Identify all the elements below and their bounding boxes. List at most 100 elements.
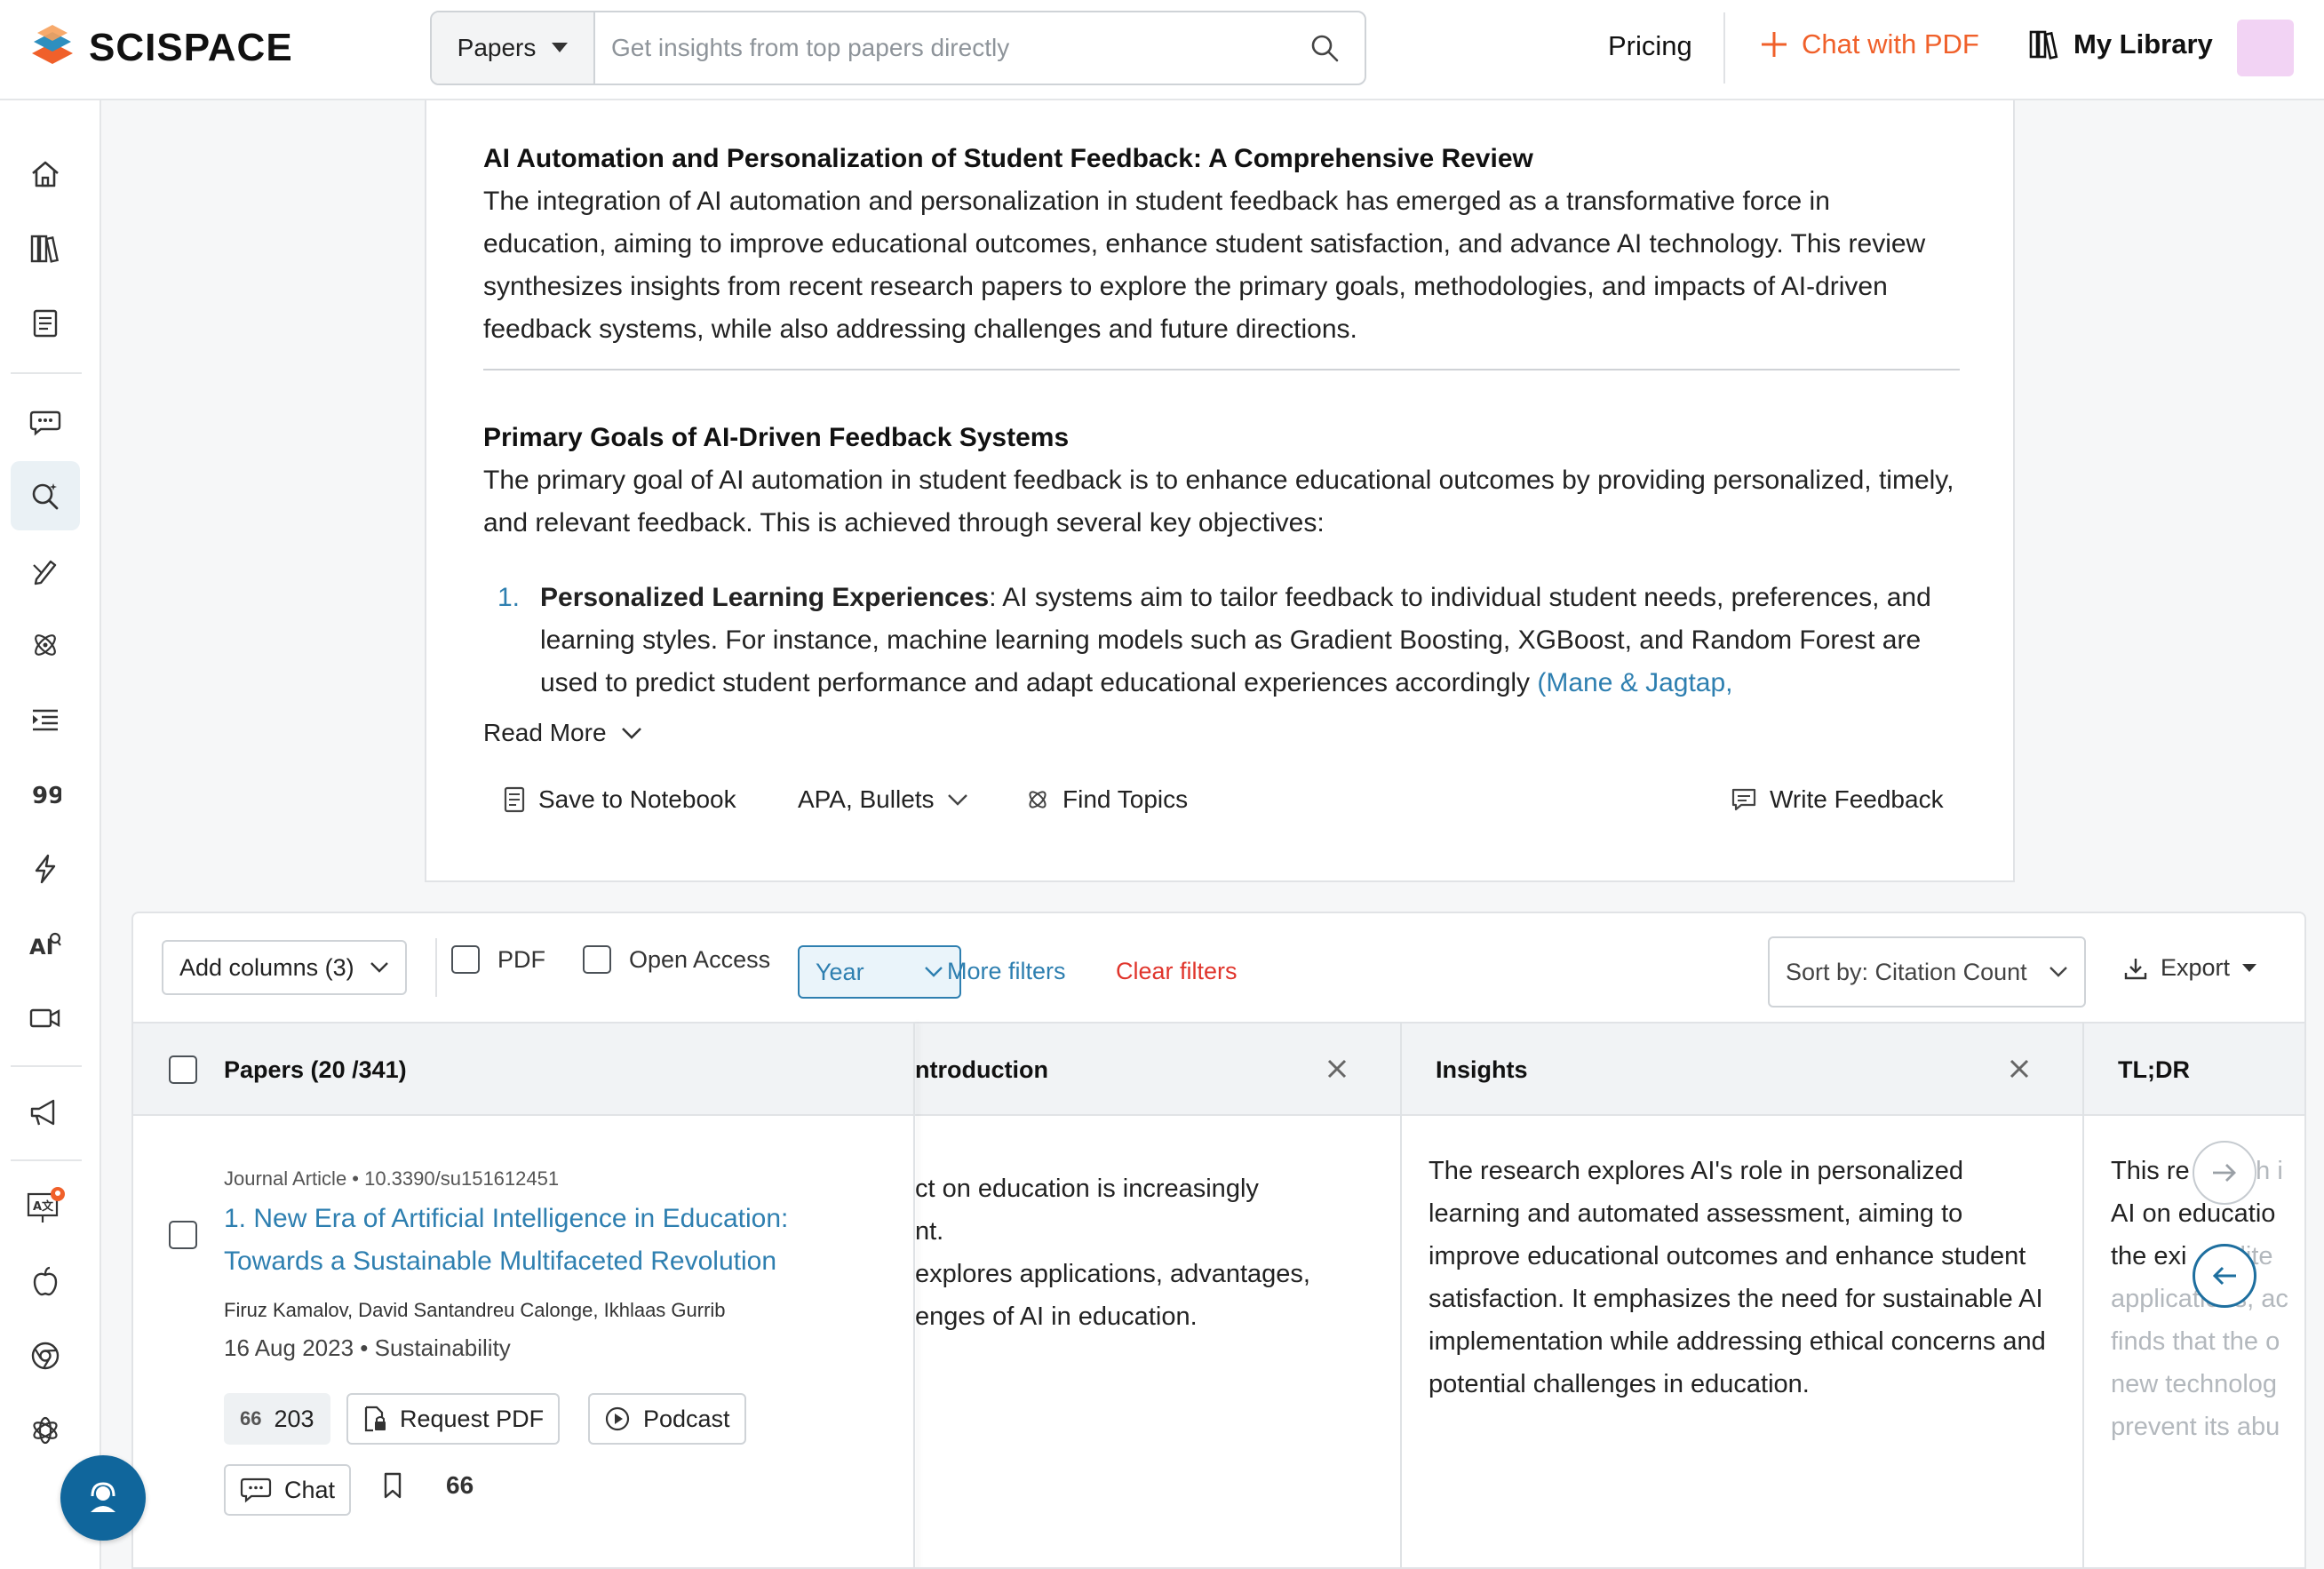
paper-date: 16 Aug 2023 bbox=[224, 1334, 354, 1361]
quote-count[interactable]: 66 bbox=[446, 1471, 474, 1500]
more-filters-link[interactable]: More filters bbox=[947, 958, 1066, 985]
nav-chat-with-pdf[interactable]: Chat with PDF bbox=[1759, 28, 1979, 60]
search-bar: Papers bbox=[430, 11, 1366, 85]
nav-chat-label: Chat with PDF bbox=[1802, 28, 1979, 60]
chevron-down-icon bbox=[2049, 967, 2067, 977]
scroll-right-button[interactable] bbox=[2193, 1141, 2256, 1205]
request-pdf-button[interactable]: Request PDF bbox=[346, 1393, 561, 1445]
home-icon[interactable] bbox=[11, 139, 80, 209]
sidebar-divider bbox=[11, 372, 82, 374]
open-access-filter[interactable]: Open Access bbox=[583, 945, 770, 974]
summary-list: 1. Personalized Learning Experiences: AI… bbox=[483, 577, 1958, 804]
select-all-cell bbox=[169, 1023, 197, 1116]
topics-atom-icon[interactable] bbox=[11, 610, 80, 680]
chevron-down-icon bbox=[925, 967, 943, 977]
nav-divider bbox=[1723, 12, 1725, 84]
quote-icon: 66 bbox=[240, 1407, 262, 1430]
intro-line: nt. bbox=[915, 1217, 944, 1246]
library-nav-icon[interactable] bbox=[11, 214, 80, 283]
paper-authors: Firuz Kamalov, David Santandreu Calonge,… bbox=[224, 1299, 726, 1321]
video-icon[interactable] bbox=[11, 984, 80, 1053]
write-feedback-button[interactable]: Write Feedback bbox=[1731, 773, 1944, 826]
list-item: Personalized Learning Experiences: AI sy… bbox=[540, 577, 1958, 705]
openai-icon[interactable] bbox=[11, 1396, 80, 1465]
bookmark-icon[interactable] bbox=[382, 1471, 403, 1500]
pdf-checkbox[interactable] bbox=[451, 945, 480, 974]
summary-section: Primary Goals of AI-Driven Feedback Syst… bbox=[483, 417, 1958, 545]
lightning-icon[interactable] bbox=[11, 834, 80, 904]
clear-filters-link[interactable]: Clear filters bbox=[1116, 958, 1238, 985]
megaphone-icon[interactable] bbox=[11, 1078, 80, 1147]
paper-venue: Sustainability bbox=[374, 1334, 511, 1361]
apple-icon[interactable] bbox=[11, 1246, 80, 1316]
scroll-left-button[interactable] bbox=[2193, 1244, 2256, 1308]
year-label: Year bbox=[816, 958, 864, 985]
paper-title-link[interactable]: 1. New Era of Artificial Intelligence in… bbox=[224, 1198, 864, 1283]
citation-link[interactable]: (Mane & Jagtap, bbox=[1537, 668, 1732, 697]
chrome-icon[interactable] bbox=[11, 1321, 80, 1390]
section-title: Primary Goals of AI-Driven Feedback Syst… bbox=[483, 423, 1070, 452]
open-access-label: Open Access bbox=[629, 945, 771, 973]
topics-atom-icon bbox=[1029, 791, 1047, 808]
topics-label: Find Topics bbox=[1063, 785, 1189, 813]
sort-dropdown[interactable]: Sort by: Citation Count bbox=[1768, 936, 2086, 1008]
read-more-button[interactable]: Read More bbox=[483, 719, 642, 747]
sidebar-divider bbox=[11, 1159, 82, 1161]
table-row: Journal Article • 10.3390/su151612451 1.… bbox=[133, 1116, 2304, 1567]
chevron-down-icon bbox=[621, 728, 641, 739]
notebook-icon[interactable] bbox=[11, 289, 80, 358]
scispace-logo[interactable]: SCISPACE bbox=[32, 25, 293, 71]
row-checkbox[interactable] bbox=[169, 1221, 197, 1249]
citation-count-badge[interactable]: 66 203 bbox=[224, 1393, 330, 1445]
chat-paper-button[interactable]: Chat bbox=[224, 1464, 352, 1516]
tldr-line: prevent its abu bbox=[2111, 1413, 2280, 1441]
tldr-line: new technolog bbox=[2111, 1370, 2278, 1398]
user-avatar[interactable] bbox=[2237, 20, 2294, 76]
feedback-label: Write Feedback bbox=[1770, 785, 1944, 813]
list-number: 1. bbox=[497, 583, 521, 612]
ai-search-icon[interactable] bbox=[11, 461, 80, 530]
summary-divider bbox=[483, 369, 1960, 370]
sidebar-divider bbox=[11, 1065, 82, 1067]
find-topics-button[interactable]: Find Topics bbox=[1025, 773, 1188, 826]
read-more-label: Read More bbox=[483, 719, 607, 746]
open-access-checkbox[interactable] bbox=[583, 945, 611, 974]
outline-list-icon[interactable] bbox=[11, 685, 80, 754]
citation-count: 203 bbox=[274, 1405, 314, 1432]
request-pdf-label: Request PDF bbox=[400, 1405, 545, 1432]
ai-detector-icon[interactable]: AI bbox=[11, 909, 80, 978]
left-sidebar: 99 AI A文 bbox=[0, 100, 101, 1569]
search-button[interactable] bbox=[1285, 12, 1365, 84]
nav-pricing-link[interactable]: Pricing bbox=[1608, 30, 1692, 62]
top-bar: SCISPACE Papers Pricing Chat with PDF My… bbox=[0, 0, 2324, 100]
citation-format-dropdown[interactable]: APA, Bullets bbox=[798, 773, 968, 826]
select-all-checkbox[interactable] bbox=[169, 1055, 197, 1084]
pdf-filter[interactable]: PDF bbox=[451, 945, 545, 974]
header-tldr: TL;DR bbox=[2118, 1055, 2190, 1083]
add-columns-button[interactable]: Add columns (3) bbox=[162, 940, 407, 995]
save-to-notebook-button[interactable]: Save to Notebook bbox=[503, 773, 736, 826]
search-scope-dropdown[interactable]: Papers bbox=[432, 12, 595, 84]
close-column-icon[interactable] bbox=[1324, 1055, 1350, 1082]
pdf-label: PDF bbox=[497, 945, 545, 973]
nav-library-label: My Library bbox=[2073, 28, 2213, 60]
summary-intro: AI Automation and Personalization of Stu… bbox=[483, 138, 1958, 351]
nav-my-library[interactable]: My Library bbox=[2029, 28, 2213, 60]
podcast-button[interactable]: Podcast bbox=[588, 1393, 746, 1445]
support-chat-button[interactable] bbox=[60, 1455, 146, 1541]
year-filter-dropdown[interactable]: Year bbox=[798, 945, 961, 999]
plus-icon bbox=[1762, 32, 1787, 57]
logo-mark-icon bbox=[32, 25, 73, 64]
chat-bot-icon[interactable] bbox=[11, 386, 80, 456]
intro-line: ct on education is increasingly bbox=[915, 1175, 1259, 1203]
chat-label: Chat bbox=[284, 1476, 336, 1503]
translate-board-icon[interactable]: A文 bbox=[11, 1172, 80, 1241]
header-introduction: ntroduction bbox=[915, 1055, 1048, 1083]
sort-label: Sort by: Citation Count bbox=[1786, 958, 2027, 985]
close-column-icon[interactable] bbox=[2006, 1055, 2033, 1082]
introduction-cell: ct on education is increasingly nt. expl… bbox=[915, 1167, 1400, 1338]
quote-citation-icon[interactable]: 99 bbox=[11, 760, 80, 829]
pen-write-icon[interactable] bbox=[11, 536, 80, 605]
search-input[interactable] bbox=[595, 12, 1285, 84]
export-button[interactable]: Export bbox=[2123, 954, 2257, 982]
